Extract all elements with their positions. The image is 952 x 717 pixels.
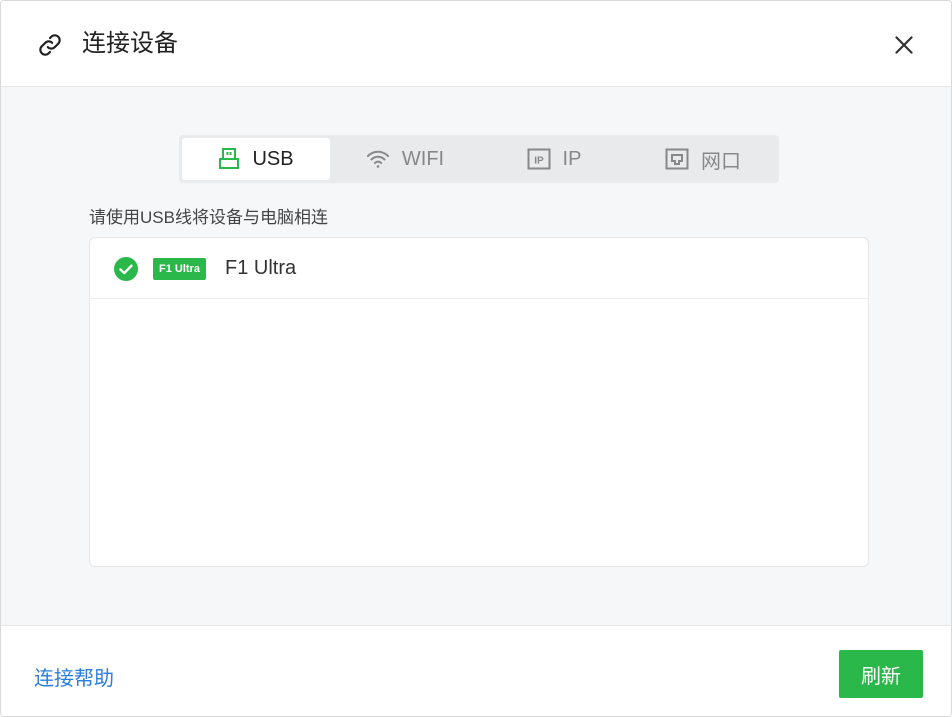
device-name: F1 Ultra bbox=[225, 257, 297, 279]
check-circle-icon bbox=[114, 257, 138, 281]
device-list-item[interactable]: F1 Ultra F1 Ultra bbox=[90, 238, 868, 299]
tab-wifi[interactable]: WIFI bbox=[331, 138, 479, 180]
svg-text:IP: IP bbox=[534, 156, 544, 167]
tab-wifi-label: WIFI bbox=[401, 147, 445, 170]
wifi-icon bbox=[366, 150, 389, 168]
usb-icon bbox=[219, 148, 240, 169]
device-list: F1 Ultra F1 Ultra bbox=[89, 237, 869, 567]
tab-usb-label: USB bbox=[252, 147, 294, 170]
usb-hint-text: 请使用USB线将设备与电脑相连 bbox=[89, 208, 328, 227]
tab-ip-label: IP bbox=[562, 147, 582, 170]
tab-ip[interactable]: IP IP bbox=[480, 138, 628, 180]
dialog-title: 连接设备 bbox=[82, 30, 178, 57]
refresh-button[interactable]: 刷新 bbox=[839, 650, 923, 698]
close-icon[interactable] bbox=[891, 32, 917, 58]
dialog-header: 连接设备 bbox=[1, 1, 951, 87]
connect-device-dialog: 连接设备 USB WIFI IP IP 网口 请使用USB线将设备与电脑相连 F… bbox=[0, 0, 952, 717]
dialog-body: USB WIFI IP IP 网口 请使用USB线将设备与电脑相连 F1 Ult… bbox=[1, 87, 951, 625]
connection-help-link[interactable]: 连接帮助 bbox=[34, 662, 114, 691]
tab-ethernet-label: 网口 bbox=[701, 150, 741, 173]
tab-usb[interactable]: USB bbox=[182, 138, 330, 180]
tab-ethernet[interactable]: 网口 bbox=[629, 138, 777, 180]
connection-type-tabs: USB WIFI IP IP 网口 bbox=[179, 135, 779, 183]
link-icon bbox=[39, 34, 61, 56]
ip-icon: IP bbox=[527, 148, 551, 170]
ethernet-icon bbox=[665, 148, 689, 170]
dialog-footer: 连接帮助 刷新 bbox=[1, 625, 951, 716]
device-model-badge: F1 Ultra bbox=[153, 258, 206, 280]
